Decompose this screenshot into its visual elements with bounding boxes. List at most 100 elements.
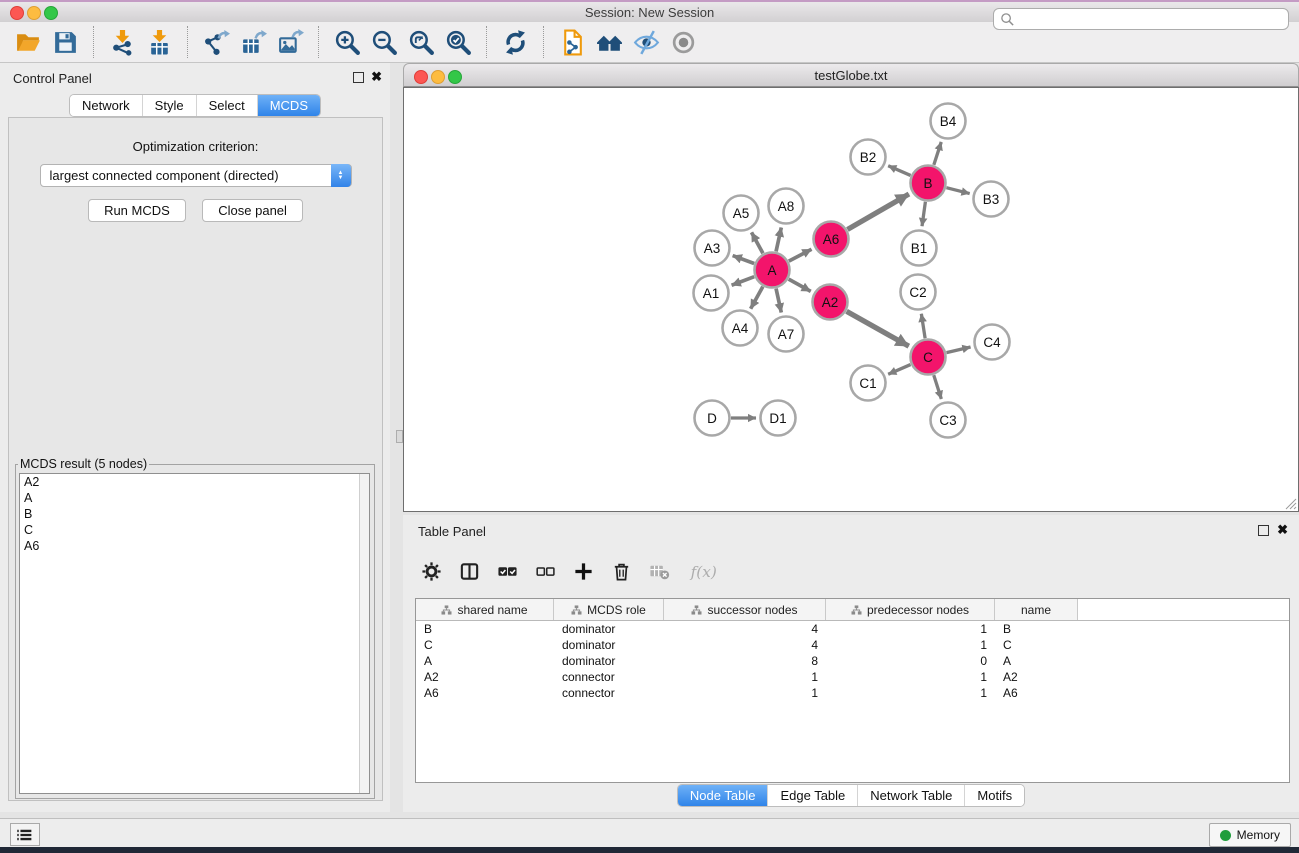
criterion-select[interactable]: largest connected component (directed) ▲… bbox=[40, 164, 352, 187]
table-cell[interactable]: A2 bbox=[995, 670, 1078, 684]
graph-edge-C-C2[interactable] bbox=[921, 314, 925, 338]
table-cell[interactable]: 1 bbox=[664, 670, 826, 684]
delete-column-button[interactable] bbox=[611, 561, 632, 582]
column-visibility-button[interactable] bbox=[459, 561, 480, 582]
import-network-button[interactable] bbox=[104, 25, 141, 59]
table-cell[interactable]: B bbox=[416, 622, 554, 636]
open-session-button[interactable] bbox=[10, 25, 47, 59]
zoom-out-button[interactable] bbox=[366, 25, 403, 59]
table-cell[interactable]: A6 bbox=[995, 686, 1078, 700]
graph-edge-A-A7[interactable] bbox=[776, 289, 781, 313]
control-tab-select[interactable]: Select bbox=[196, 95, 257, 116]
table-settings-button[interactable] bbox=[421, 561, 442, 582]
refresh-network-button[interactable] bbox=[497, 25, 534, 59]
graph-edge-A2-C[interactable] bbox=[847, 311, 909, 346]
column-header-name[interactable]: name bbox=[995, 599, 1078, 620]
graph-edge-B-B2[interactable] bbox=[888, 166, 910, 176]
graph-node-A8[interactable]: A8 bbox=[769, 189, 804, 224]
column-header-shared-name[interactable]: shared name bbox=[416, 599, 554, 620]
graph-edge-C-C3[interactable] bbox=[934, 375, 942, 399]
network-canvas[interactable]: B4B2BB3A8A5A6B1A3AC2A1A2A4A7C4CC1C3DD1 bbox=[403, 87, 1299, 512]
graph-node-C1[interactable]: C1 bbox=[851, 366, 886, 401]
graph-node-A[interactable]: A bbox=[755, 253, 790, 288]
table-cell[interactable]: 1 bbox=[826, 638, 995, 652]
mcds-result-item[interactable]: C bbox=[20, 522, 369, 538]
graph-node-D1[interactable]: D1 bbox=[761, 401, 796, 436]
table-row[interactable]: A2connector11A2 bbox=[416, 669, 1289, 685]
control-tab-mcds[interactable]: MCDS bbox=[257, 95, 320, 116]
table-cell[interactable]: C bbox=[416, 638, 554, 652]
table-tab-motifs[interactable]: Motifs bbox=[964, 785, 1024, 806]
close-panel-icon[interactable]: ✖ bbox=[371, 72, 382, 81]
table-cell[interactable]: B bbox=[995, 622, 1078, 636]
graph-node-B[interactable]: B bbox=[911, 166, 946, 201]
close-panel-button[interactable]: Close panel bbox=[202, 199, 303, 222]
graph-node-A4[interactable]: A4 bbox=[723, 311, 758, 346]
table-row[interactable]: Bdominator41B bbox=[416, 621, 1289, 637]
graph-node-A7[interactable]: A7 bbox=[769, 317, 804, 352]
mcds-result-item[interactable]: A bbox=[20, 490, 369, 506]
network-file-button[interactable] bbox=[554, 25, 591, 59]
float-panel-icon[interactable] bbox=[353, 72, 364, 83]
table-cell[interactable]: A bbox=[995, 654, 1078, 668]
export-network-button[interactable] bbox=[198, 25, 235, 59]
run-mcds-button[interactable]: Run MCDS bbox=[88, 199, 186, 222]
table-cell[interactable]: connector bbox=[554, 686, 664, 700]
graph-node-A1[interactable]: A1 bbox=[694, 276, 729, 311]
zoom-in-button[interactable] bbox=[329, 25, 366, 59]
graph-edge-C-C1[interactable] bbox=[888, 365, 910, 375]
graph-edge-B-B4[interactable] bbox=[934, 142, 941, 165]
graph-edge-A-A8[interactable] bbox=[776, 227, 781, 251]
graph-edge-A-A3[interactable] bbox=[733, 256, 755, 264]
mcds-result-item[interactable]: A2 bbox=[20, 474, 369, 490]
table-cell[interactable]: 0 bbox=[826, 654, 995, 668]
mcds-result-list[interactable]: A2ABCA6 bbox=[19, 473, 370, 794]
graph-node-C[interactable]: C bbox=[911, 340, 946, 375]
control-tab-network[interactable]: Network bbox=[70, 95, 142, 116]
table-cell[interactable]: dominator bbox=[554, 622, 664, 636]
resize-grip-icon[interactable] bbox=[1284, 497, 1297, 510]
show-graphics-button[interactable] bbox=[665, 25, 702, 59]
table-cell[interactable]: 8 bbox=[664, 654, 826, 668]
search-field[interactable] bbox=[993, 8, 1289, 30]
network-window-titlebar[interactable]: testGlobe.txt bbox=[403, 63, 1299, 87]
graph-edge-A-A2[interactable] bbox=[789, 279, 811, 291]
zoom-selected-button[interactable] bbox=[440, 25, 477, 59]
graph-node-C3[interactable]: C3 bbox=[931, 403, 966, 438]
select-all-button[interactable] bbox=[497, 561, 518, 582]
table-tab-node-table[interactable]: Node Table bbox=[678, 785, 768, 806]
table-cell[interactable]: C bbox=[995, 638, 1078, 652]
zoom-fit-button[interactable] bbox=[403, 25, 440, 59]
graph-node-C2[interactable]: C2 bbox=[901, 275, 936, 310]
table-cell[interactable]: 1 bbox=[664, 686, 826, 700]
graph-node-A3[interactable]: A3 bbox=[695, 231, 730, 266]
table-tab-edge-table[interactable]: Edge Table bbox=[767, 785, 857, 806]
close-table-panel-icon[interactable]: ✖ bbox=[1277, 525, 1288, 534]
graph-node-D[interactable]: D bbox=[695, 401, 730, 436]
memory-button[interactable]: Memory bbox=[1209, 823, 1291, 847]
graph-edge-A-A6[interactable] bbox=[789, 249, 812, 261]
graph-edge-A-A1[interactable] bbox=[732, 277, 755, 286]
export-table-button[interactable] bbox=[235, 25, 272, 59]
graph-edge-C-C4[interactable] bbox=[946, 347, 970, 353]
graph-edge-B-B1[interactable] bbox=[922, 202, 925, 226]
table-cell[interactable]: 1 bbox=[826, 670, 995, 684]
scrollbar-track[interactable] bbox=[359, 474, 369, 793]
graph-node-A6[interactable]: A6 bbox=[814, 222, 849, 257]
table-row[interactable]: Cdominator41C bbox=[416, 637, 1289, 653]
add-column-button[interactable] bbox=[573, 561, 594, 582]
table-tab-network-table[interactable]: Network Table bbox=[857, 785, 964, 806]
table-row[interactable]: Adominator80A bbox=[416, 653, 1289, 669]
table-cell[interactable]: 4 bbox=[664, 622, 826, 636]
table-cell[interactable]: A bbox=[416, 654, 554, 668]
float-table-panel-icon[interactable] bbox=[1258, 525, 1269, 536]
graph-node-C4[interactable]: C4 bbox=[975, 325, 1010, 360]
save-session-button[interactable] bbox=[47, 25, 84, 59]
control-tab-style[interactable]: Style bbox=[142, 95, 196, 116]
column-header-successor-nodes[interactable]: successor nodes bbox=[664, 599, 826, 620]
task-history-button[interactable] bbox=[10, 823, 40, 846]
graph-node-A2[interactable]: A2 bbox=[813, 285, 848, 320]
table-cell[interactable]: 1 bbox=[826, 686, 995, 700]
table-cell[interactable]: dominator bbox=[554, 654, 664, 668]
graph-edge-A6-B[interactable] bbox=[847, 194, 908, 230]
